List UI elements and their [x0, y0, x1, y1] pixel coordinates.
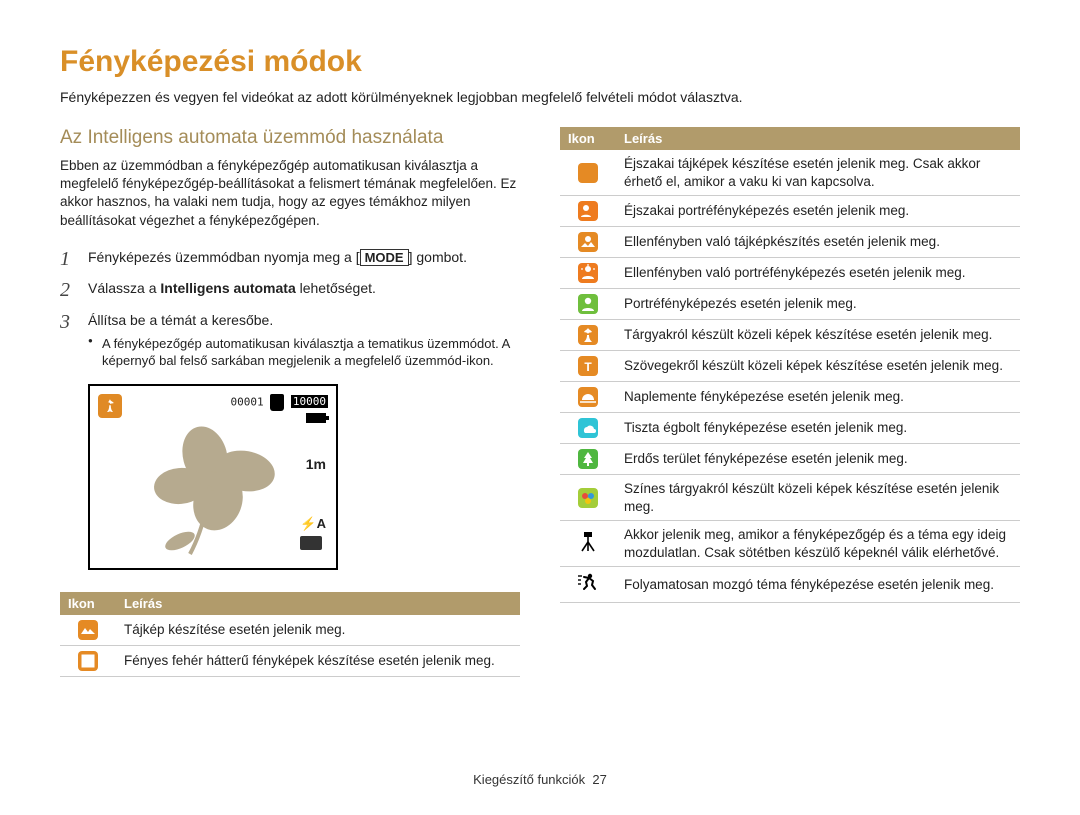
- step-1-text-b: gombot.: [412, 249, 466, 265]
- step-1-text-a: Fényképezés üzemmódban nyomja meg a: [88, 249, 356, 265]
- clear-sky-icon: [578, 418, 598, 438]
- tripod-icon: [578, 536, 598, 556]
- portrait-icon: [578, 294, 598, 314]
- battery-icon: [306, 413, 326, 423]
- table-row: Naplemente fényképezése esetén jelenik m…: [560, 382, 1020, 413]
- steps-list: 1 Fényképezés üzemmódban nyomja meg a [M…: [60, 248, 520, 370]
- row-desc: Portréfényképezés esetén jelenik meg.: [616, 289, 1020, 320]
- table-row: Színes tárgyakról készült közeli képek k…: [560, 475, 1020, 521]
- preview-flash: ⚡A: [300, 516, 326, 532]
- camera-preview: 00001 10000 1m ⚡A: [88, 384, 338, 570]
- table-row: Folyamatosan mozgó téma fényképezése ese…: [560, 567, 1020, 603]
- macro-mode-icon: [98, 394, 122, 418]
- row-desc: Éjszakai tájképek készítése esetén jelen…: [616, 150, 1020, 196]
- step-3-bullet: A fényképezőgép automatikusan kiválasztj…: [88, 335, 520, 370]
- preview-iso: 1m: [300, 456, 326, 472]
- preview-top-right: 00001 10000: [231, 394, 329, 425]
- lead-text: Fényképezzen és vegyen fel videókat az a…: [60, 89, 1020, 105]
- table-row: Erdős terület fényképezése esetén jeleni…: [560, 444, 1020, 475]
- table-row: T Szövegekről készült közeli képek készí…: [560, 351, 1020, 382]
- table-row: Ellenfényben való portréfényképezés eset…: [560, 258, 1020, 289]
- preview-flower-graphic: [150, 426, 280, 556]
- backlight-portrait-icon: [578, 263, 598, 283]
- row-desc: Tiszta égbolt fényképezése esetén jeleni…: [616, 413, 1020, 444]
- row-desc: Ellenfényben való tájképkészítés esetén …: [616, 227, 1020, 258]
- row-desc: Éjszakai portréfényképezés esetén jeleni…: [616, 196, 1020, 227]
- row-desc: Ellenfényben való portréfényképezés eset…: [616, 258, 1020, 289]
- row-desc: Tárgyakról készült közeli képek készítés…: [616, 320, 1020, 351]
- macro-color-icon: [578, 488, 598, 508]
- table-row: Éjszakai tájképek készítése esetén jelen…: [560, 150, 1020, 196]
- step-2: 2 Válassza a Intelligens automata lehető…: [60, 279, 520, 299]
- row-desc: Tájkép készítése esetén jelenik meg.: [116, 615, 520, 646]
- right-column: Ikon Leírás Éjszakai tájképek készítése …: [560, 127, 1020, 677]
- right-icon-table: Ikon Leírás Éjszakai tájképek készítése …: [560, 127, 1020, 603]
- sd-card-icon: [270, 394, 284, 411]
- row-desc: Folyamatosan mozgó téma fényképezése ese…: [616, 567, 1020, 603]
- table-row: Portréfényképezés esetén jelenik meg.: [560, 289, 1020, 320]
- page-title: Fényképezési módok: [60, 45, 1020, 79]
- row-desc: Szövegekről készült közeli képek készíté…: [616, 351, 1020, 382]
- row-desc: Fényes fehér hátterű fényképek készítése…: [116, 645, 520, 676]
- white-bg-icon: [78, 651, 98, 671]
- table-row: Ellenfényben való tájképkészítés esetén …: [560, 227, 1020, 258]
- step-3: 3 Állítsa be a témát a keresőbe. A fényk…: [60, 311, 520, 370]
- section-intro: Ebben az üzemmódban a fényképezőgép auto…: [60, 157, 520, 230]
- table-row: Tájkép készítése esetén jelenik meg.: [60, 615, 520, 646]
- night-portrait-icon: [578, 201, 598, 221]
- table-row: Fényes fehér hátterű fényképek készítése…: [60, 645, 520, 676]
- landscape-icon: [78, 620, 98, 640]
- left-icon-table: Ikon Leírás Tájkép készítése esetén jele…: [60, 592, 520, 677]
- step-2-bold: Intelligens automata: [160, 280, 295, 296]
- row-desc: Naplemente fényképezése esetén jelenik m…: [616, 382, 1020, 413]
- th-icon: Ikon: [560, 127, 616, 150]
- backlight-landscape-icon: [578, 232, 598, 252]
- table-row: Éjszakai portréfényképezés esetén jeleni…: [560, 196, 1020, 227]
- section-heading: Az Intelligens automata üzemmód használa…: [60, 127, 520, 149]
- row-desc: Színes tárgyakról készült közeli képek k…: [616, 475, 1020, 521]
- table-row: Tárgyakról készült közeli képek készítés…: [560, 320, 1020, 351]
- preview-counter: 00001: [231, 395, 264, 408]
- table-row: Akkor jelenik meg, amikor a fényképezőgé…: [560, 521, 1020, 567]
- row-desc: Erdős terület fényképezése esetén jeleni…: [616, 444, 1020, 475]
- footer-section: Kiegészítő funkciók: [473, 772, 585, 787]
- mode-key: MODE: [360, 249, 409, 266]
- preview-right-icons: 1m ⚡A: [300, 456, 326, 550]
- page-footer: Kiegészítő funkciók 27: [0, 772, 1080, 787]
- night-landscape-icon: [578, 163, 598, 183]
- forest-icon: [578, 449, 598, 469]
- preview-size-badge: 10000: [291, 395, 328, 408]
- action-icon: [577, 576, 599, 596]
- step-3-text: Állítsa be a témát a keresőbe.: [88, 312, 273, 328]
- row-desc: Akkor jelenik meg, amikor a fényképezőgé…: [616, 521, 1020, 567]
- macro-text-icon: T: [578, 356, 598, 376]
- step-2-text-a: Válassza a: [88, 280, 160, 296]
- th-desc: Leírás: [116, 592, 520, 615]
- footer-page-number: 27: [592, 772, 606, 787]
- step-2-text-b: lehetőséget.: [296, 280, 376, 296]
- table-row: Tiszta égbolt fényképezése esetén jeleni…: [560, 413, 1020, 444]
- step-1: 1 Fényképezés üzemmódban nyomja meg a [M…: [60, 248, 520, 268]
- sunset-icon: [578, 387, 598, 407]
- left-column: Az Intelligens automata üzemmód használa…: [60, 127, 520, 677]
- preview-bottom-icon: [300, 536, 322, 550]
- svg-text:T: T: [584, 360, 592, 374]
- th-desc: Leírás: [616, 127, 1020, 150]
- macro-object-icon: [578, 325, 598, 345]
- th-icon: Ikon: [60, 592, 116, 615]
